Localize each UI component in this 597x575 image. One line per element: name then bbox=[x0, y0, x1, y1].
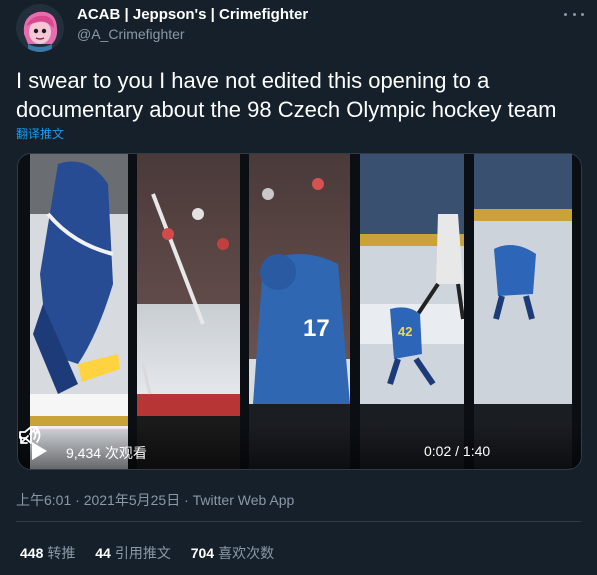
quotes-stat[interactable]: 44 引用推文 bbox=[95, 543, 171, 563]
jersey-number-2: 42 bbox=[398, 324, 412, 339]
tweet-stats: 448 转推 44 引用推文 704 喜欢次数 bbox=[20, 543, 290, 563]
retweets-label: 转推 bbox=[47, 545, 76, 561]
video-panel-1 bbox=[30, 154, 128, 469]
jersey-number: 17 bbox=[303, 315, 330, 342]
tweet: ACAB | Jeppson's | Crimefighter @A_Crime… bbox=[0, 0, 597, 575]
video-frame: 17 42 bbox=[18, 154, 581, 469]
likes-count: 704 bbox=[190, 545, 215, 561]
video-time: 0:02 / 1:40 bbox=[424, 443, 491, 459]
retweets-stat[interactable]: 448 转推 bbox=[20, 543, 75, 563]
video-controls: 9,434 次观看 0:02 / 1:40 bbox=[18, 424, 581, 469]
video-panel-5 bbox=[474, 154, 572, 469]
author-name[interactable]: ACAB | Jeppson's | Crimefighter bbox=[77, 6, 308, 23]
video-panel-3: 17 bbox=[249, 154, 350, 469]
tweet-text-line-1: I swear to you I have not edited this op… bbox=[16, 68, 490, 93]
likes-label: 喜欢次数 bbox=[218, 545, 275, 561]
video-panel-4: 42 bbox=[360, 154, 465, 469]
avatar[interactable] bbox=[16, 4, 64, 52]
author-handle[interactable]: @A_Crimefighter bbox=[77, 26, 185, 42]
tweet-timestamp[interactable]: 上午6:01 · 2021年5月25日 · Twitter Web App bbox=[16, 490, 294, 510]
quotes-count: 44 bbox=[95, 545, 111, 561]
view-count: 9,434 次观看 bbox=[66, 445, 147, 461]
tweet-text: I swear to you I have not edited this op… bbox=[16, 66, 591, 124]
fullscreen-icon[interactable] bbox=[18, 424, 40, 446]
video-panel-2 bbox=[137, 154, 240, 469]
likes-stat[interactable]: 704 喜欢次数 bbox=[191, 543, 274, 563]
tweet-text-line-2: documentary about the 98 Czech Olympic h… bbox=[16, 97, 557, 122]
avatar-image bbox=[16, 4, 64, 52]
quotes-label: 引用推文 bbox=[114, 545, 171, 561]
more-icon[interactable] bbox=[560, 4, 588, 24]
translate-link[interactable]: 翻译推文 bbox=[16, 125, 64, 142]
divider bbox=[16, 521, 581, 522]
retweets-count: 448 bbox=[20, 545, 44, 561]
video-player[interactable]: 17 42 9,434 次观看 0:02 / 1:40 bbox=[17, 153, 582, 470]
